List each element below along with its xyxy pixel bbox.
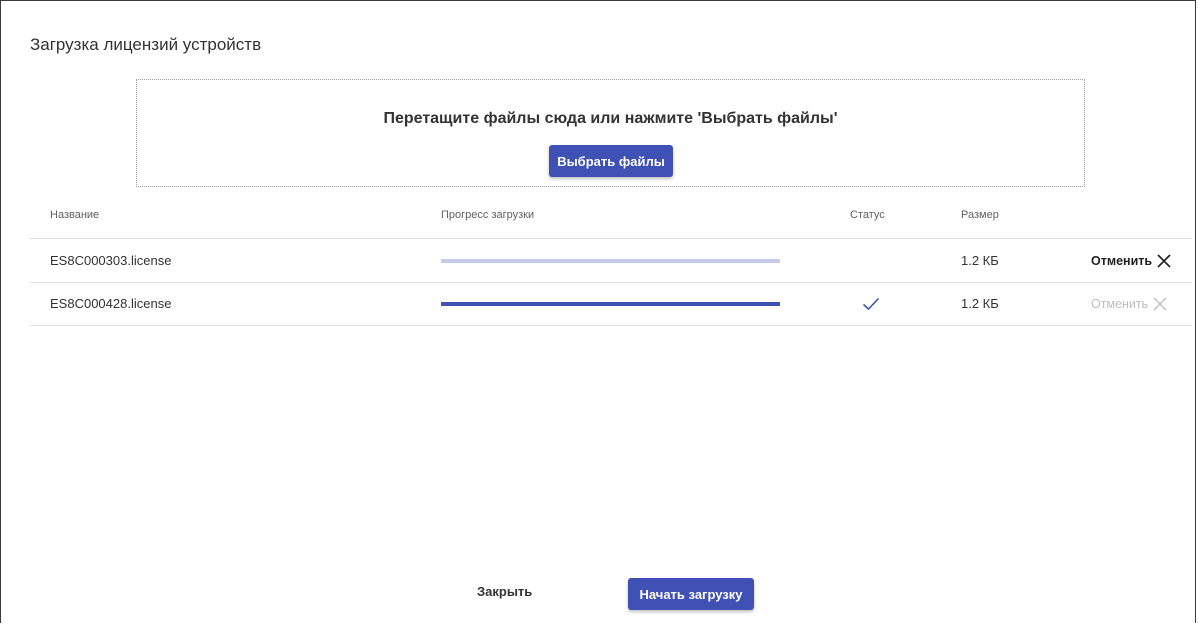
column-header-progress: Прогресс загрузки [441,209,535,221]
dropzone-text: Перетащите файлы сюда или нажмите 'Выбра… [383,110,838,127]
file-dropzone[interactable]: Перетащите файлы сюда или нажмите 'Выбра… [136,79,1085,187]
column-header-name: Название [50,209,100,221]
upload-licenses-dialog: Загрузка лицензий устройств Перетащите ф… [0,0,1196,623]
cancel-label: Отменить [1091,253,1153,268]
upload-progress [441,282,780,325]
close-button[interactable]: Закрыть [471,583,538,600]
file-size: 1.2 КБ [961,296,999,311]
start-upload-button[interactable]: Начать загрузку [628,578,754,610]
progress-fill [441,301,780,306]
cancel-upload-button[interactable]: Отменить [1091,239,1171,282]
table-row: ES8C000303.license 1.2 КБ Отменить [30,239,1192,283]
file-name: ES8C000303.license [50,253,172,268]
file-name: ES8C000428.license [50,296,172,311]
choose-files-button[interactable]: Выбрать файлы [549,145,673,177]
progress-track [441,301,780,306]
close-icon [1153,297,1167,310]
upload-progress [441,239,780,282]
cancel-label: Отменить [1091,296,1149,311]
file-size: 1.2 КБ [961,253,999,268]
column-header-status: Статус [850,209,885,221]
progress-track [441,258,780,263]
dialog-title: Загрузка лицензий устройств [30,35,262,54]
column-header-size: Размер [961,209,999,221]
table-header: Название Прогресс загрузки Статус Размер [30,199,1192,239]
done-check-icon [862,297,880,310]
cancel-upload-button[interactable]: Отменить [1091,282,1167,325]
status-cell [862,282,880,325]
table-row: ES8C000428.license 1.2 КБ Отменить [30,282,1192,326]
close-icon [1157,253,1171,268]
